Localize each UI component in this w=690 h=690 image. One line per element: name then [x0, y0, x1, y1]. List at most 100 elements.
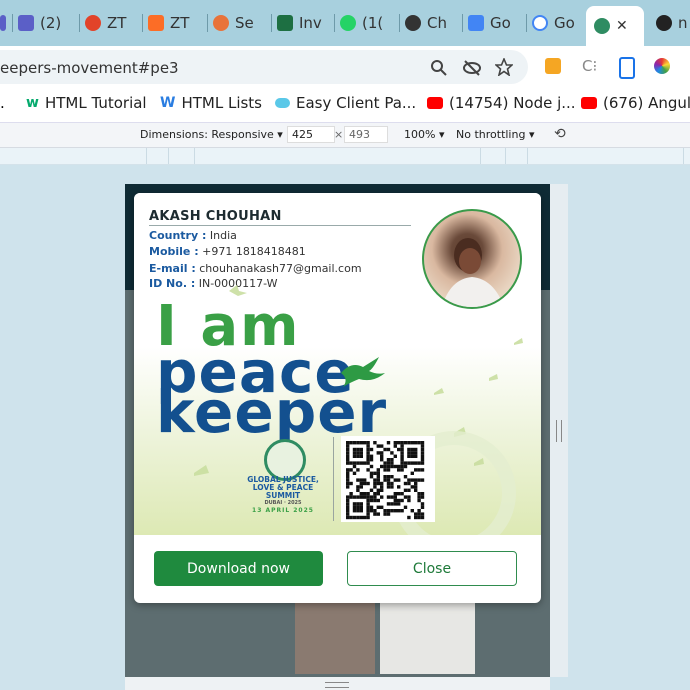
country-value: India: [206, 229, 237, 242]
tab-strip: (2) ZT ZT Se Inv (1( Ch Go Go ✕ n: [0, 0, 690, 46]
event-city: DUBAI · 2025: [264, 500, 302, 506]
bookmark-label: Easy Client Pa...: [296, 94, 417, 112]
orange-circle-icon: [213, 15, 229, 31]
tab-2[interactable]: ZT: [79, 8, 127, 38]
color-picker-icon[interactable]: [654, 58, 670, 74]
green-dove-icon: [341, 357, 385, 387]
gitlab-icon: [85, 15, 101, 31]
teams-icon: [0, 15, 6, 31]
email-row: E-mail : chouhanakash77@gmail.com: [149, 262, 362, 275]
tab-7[interactable]: Ch: [399, 8, 447, 38]
throttling-select[interactable]: No throttling ▾: [456, 128, 534, 141]
keeper-text: keeper: [156, 378, 388, 446]
dimensions-select[interactable]: Dimensions: Responsive ▾: [140, 128, 283, 141]
media-query-ruler: [0, 148, 690, 165]
id-card-modal: AKASH CHOUHAN Country : India Mobile : +…: [134, 193, 541, 603]
close-button[interactable]: Close: [347, 551, 517, 586]
tab-1[interactable]: (2): [12, 8, 62, 38]
email-value: chouhanakash77@gmail.com: [195, 262, 362, 275]
rotate-icon[interactable]: ⟲: [554, 126, 566, 142]
card-holder-name: AKASH CHOUHAN: [149, 209, 282, 224]
extension-icon[interactable]: [545, 58, 561, 74]
cloud-icon: [275, 98, 290, 108]
bookmark-label: HTML Lists: [181, 94, 262, 112]
zoom-label: 100%: [404, 128, 436, 141]
bookmark-html-lists[interactable]: W HTML Lists: [160, 94, 262, 112]
bookmark-node[interactable]: (14754) Node j...: [427, 94, 576, 112]
mobile-row: Mobile : +971 1818418481: [149, 245, 306, 258]
name-underline: [149, 225, 411, 226]
tab-label: ZT: [170, 14, 190, 32]
tab-6[interactable]: (1(: [334, 8, 384, 38]
bookmark-html-tutorial[interactable]: w HTML Tutorial: [26, 94, 147, 112]
bookmark-label: HTML Tutorial: [44, 94, 147, 112]
search-icon[interactable]: [430, 59, 448, 77]
dimensions-label: Dimensions: Responsive: [140, 128, 274, 141]
width-input[interactable]: 425: [287, 126, 335, 143]
viewport-resize-handle[interactable]: [550, 184, 568, 677]
w3-icon: W: [160, 95, 176, 111]
address-bar[interactable]: eepers-movement#pe3: [0, 50, 528, 84]
download-button[interactable]: Download now: [154, 551, 323, 586]
tab-label: (2): [40, 14, 62, 32]
tab-label: (1(: [362, 14, 384, 32]
peacekeeper-id-card: AKASH CHOUHAN Country : India Mobile : +…: [134, 193, 541, 535]
viewport-bottom-handle[interactable]: [125, 677, 550, 690]
youtube-icon: [581, 97, 597, 109]
qr-code: [341, 436, 435, 522]
star-icon[interactable]: [495, 58, 513, 76]
tab-active[interactable]: ✕: [586, 6, 644, 46]
tab-label: Go: [554, 14, 575, 32]
excel-icon: [277, 15, 293, 31]
extension-phone-icon[interactable]: [619, 57, 635, 79]
device-toolbar: Dimensions: Responsive ▾ 425 × 493 100% …: [0, 123, 690, 148]
country-row: Country : India: [149, 229, 237, 242]
teams-icon: [18, 15, 34, 31]
browser-toolbar: eepers-movement#pe3 C⁝: [0, 46, 690, 88]
event-line-3: SUMMIT: [265, 491, 301, 500]
throttling-label: No throttling: [456, 128, 526, 141]
tab-4[interactable]: Se: [207, 8, 254, 38]
emblem-divider: [333, 437, 334, 521]
bookmark-easy-client[interactable]: Easy Client Pa...: [275, 94, 416, 112]
zoom-select[interactable]: 100% ▾: [404, 128, 444, 141]
tab-3[interactable]: ZT: [142, 8, 190, 38]
bookmark-label: (14754) Node j...: [449, 94, 576, 112]
gitlab-icon: [148, 15, 164, 31]
background-hands-image: [295, 599, 375, 674]
event-date: 13 APRIL 2025: [252, 507, 314, 514]
close-icon[interactable]: ✕: [616, 18, 628, 34]
email-label: E-mail :: [149, 262, 196, 275]
tab-label: Ch: [427, 14, 447, 32]
mobile-value: +971 1818418481: [198, 245, 306, 258]
google-icon: [532, 15, 548, 31]
chatgpt-icon: [405, 15, 421, 31]
github-icon: [656, 15, 672, 31]
w3schools-icon: w: [26, 95, 39, 111]
tab-9[interactable]: Go: [526, 8, 575, 38]
extension-c-icon[interactable]: C⁝: [582, 57, 597, 75]
bookmark-label: (676) Angula: [603, 94, 690, 112]
tab-11[interactable]: n: [656, 8, 688, 38]
tab-label: Go: [490, 14, 511, 32]
background-card: [380, 599, 475, 674]
tab-8[interactable]: Go: [462, 8, 511, 38]
bookmarks-bar: . w HTML Tutorial W HTML Lists Easy Clie…: [0, 88, 690, 123]
country-label: Country :: [149, 229, 207, 242]
tab-5[interactable]: Inv: [271, 8, 322, 38]
site-icon: [594, 18, 610, 34]
youtube-icon: [427, 97, 443, 109]
url-text: eepers-movement#pe3: [0, 59, 179, 77]
mobile-label: Mobile :: [149, 245, 199, 258]
tab-label: Inv: [299, 14, 322, 32]
times-sign: ×: [334, 128, 344, 141]
height-input[interactable]: 493: [344, 126, 388, 143]
bookmark-overflow[interactable]: .: [0, 94, 5, 112]
bookmark-angular[interactable]: (676) Angula: [581, 94, 690, 112]
qr-code-graphic: [346, 441, 425, 520]
google-translate-icon: [468, 15, 484, 31]
tab-label: ZT: [107, 14, 127, 32]
eye-off-icon[interactable]: [462, 59, 482, 77]
tab-label: Se: [235, 14, 254, 32]
tab-0[interactable]: [0, 8, 6, 38]
